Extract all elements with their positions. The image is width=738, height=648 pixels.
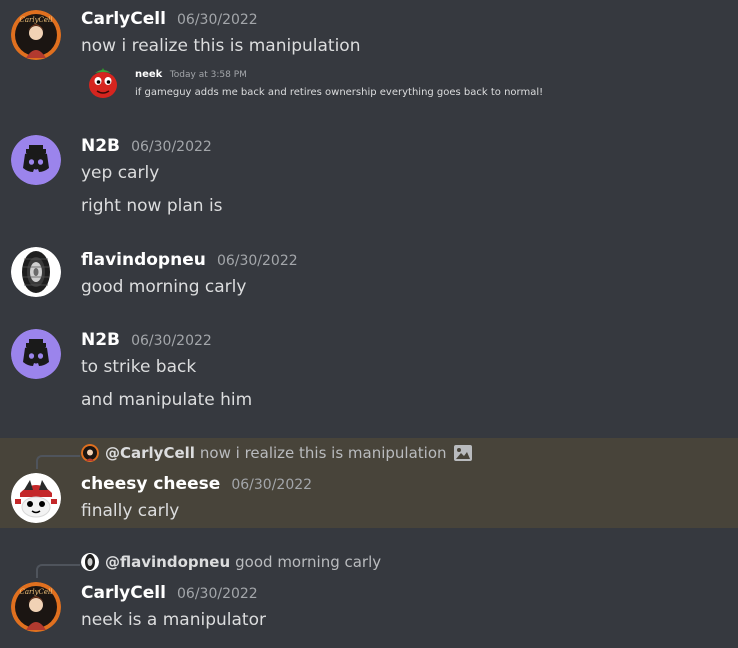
timestamp: 06/30/2022	[177, 12, 258, 28]
avatar[interactable]	[11, 329, 61, 379]
avatar[interactable]: CarlyCell	[11, 582, 61, 632]
embed-timestamp: Today at 3:58 PM	[169, 70, 247, 80]
timestamp: 06/30/2022	[131, 333, 212, 349]
avatar[interactable]: CarlyCell	[11, 10, 61, 60]
username[interactable]: N2B	[81, 136, 120, 156]
timestamp: 06/30/2022	[216, 253, 298, 269]
message-text: and manipulate him	[81, 390, 253, 410]
timestamp: 06/30/2022	[131, 139, 212, 155]
message-group: CarlyCell CarlyCell 06/30/2022 now i rea…	[0, 0, 738, 120]
discord-icon	[23, 345, 49, 366]
message-header: N2B 06/30/2022	[81, 330, 212, 350]
discord-icon	[23, 151, 49, 172]
username[interactable]: CarlyCell	[81, 583, 166, 603]
username[interactable]: CarlyCell	[81, 9, 166, 29]
avatar	[81, 553, 99, 571]
message-text: neek is a manipulator	[81, 610, 266, 630]
message-text: to strike back	[81, 357, 197, 377]
message-header: flavindopneu 06/30/2022	[81, 250, 298, 270]
message-header: CarlyCell 06/30/2022	[81, 9, 258, 29]
chat-log: CarlyCell CarlyCell 06/30/2022 now i rea…	[0, 0, 738, 648]
avatar[interactable]	[11, 473, 61, 523]
image-icon	[453, 444, 473, 462]
username[interactable]: N2B	[81, 330, 120, 350]
message-text: right now plan is	[81, 196, 223, 216]
embed-username[interactable]: neek	[135, 69, 162, 80]
message-text: yep carly	[81, 163, 160, 183]
svg-text:CarlyCell: CarlyCell	[19, 16, 52, 24]
reply-spine	[36, 564, 80, 578]
message-text: good morning carly	[81, 277, 247, 297]
reply-text: now i realize this is manipulation	[199, 444, 447, 462]
reply-spine	[36, 455, 80, 469]
message-group: N2B 06/30/2022 yep carly right now plan …	[0, 120, 738, 232]
message-group: N2B 06/30/2022 to strike back and manipu…	[0, 312, 738, 438]
username[interactable]: flavindopneu	[81, 250, 206, 270]
reply-preview[interactable]: @flavindopneu good morning carly	[81, 553, 381, 571]
avatar[interactable]	[11, 247, 61, 297]
timestamp: 06/30/2022	[231, 477, 313, 493]
svg-text:CarlyCell: CarlyCell	[19, 588, 52, 596]
reply-preview[interactable]: @CarlyCell now i realize this is manipul…	[81, 444, 473, 462]
message-group: @flavindopneu good morning carly CarlyCe…	[0, 528, 738, 648]
message-group: @CarlyCell now i realize this is manipul…	[0, 438, 738, 528]
avatar	[81, 444, 99, 462]
reply-username[interactable]: @flavindopneu	[105, 553, 230, 571]
message-group: flavindopneu 06/30/2022 good morning car…	[0, 232, 738, 312]
timestamp: 06/30/2022	[177, 586, 258, 602]
avatar	[84, 63, 122, 101]
message-header: N2B 06/30/2022	[81, 136, 212, 156]
embed-text: if gameguy adds me back and retires owne…	[135, 87, 544, 98]
reply-text: good morning carly	[235, 553, 382, 571]
avatar[interactable]	[11, 135, 61, 185]
message-header: cheesy cheese 06/30/2022	[81, 474, 312, 494]
username[interactable]: cheesy cheese	[81, 474, 220, 494]
reply-username[interactable]: @CarlyCell	[105, 444, 195, 462]
message-text: finally carly	[81, 501, 180, 521]
message-text: now i realize this is manipulation	[81, 36, 361, 56]
message-header: CarlyCell 06/30/2022	[81, 583, 258, 603]
